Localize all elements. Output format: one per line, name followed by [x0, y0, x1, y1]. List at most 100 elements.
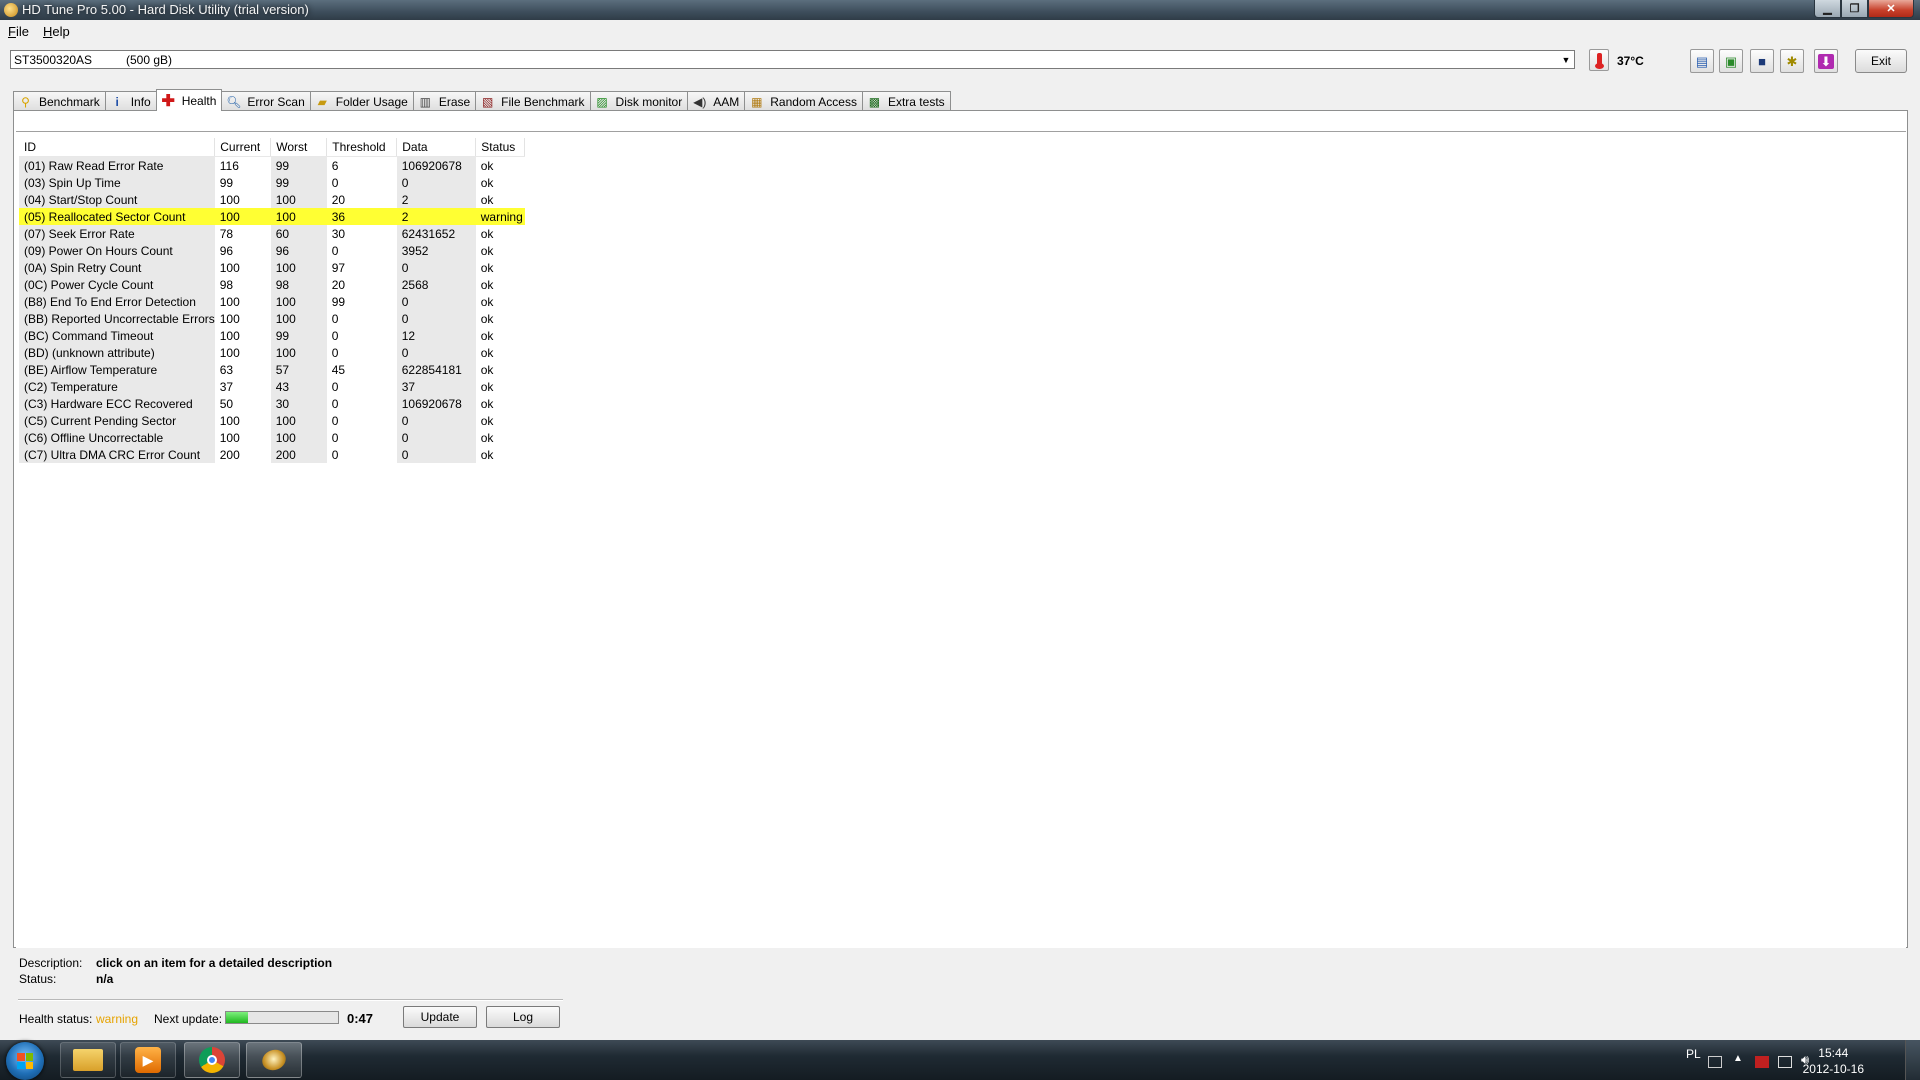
cell-id: (0C) Power Cycle Count: [19, 276, 215, 293]
cell-worst: 57: [270, 361, 327, 378]
progress-fill: [226, 1012, 249, 1023]
tab-error-scan[interactable]: 🔍︎ Error Scan: [221, 91, 311, 111]
log-button[interactable]: Log: [486, 1006, 560, 1028]
separator: [18, 999, 563, 1001]
smart-list[interactable]: ID Current Worst Threshold Data Status (…: [16, 131, 1906, 950]
table-row[interactable]: (B8) End To End Error Detection 100 100 99 0…: [19, 293, 525, 310]
cell-data: 0: [396, 259, 476, 276]
table-row[interactable]: (05) Reallocated Sector Count 100 100 36 2 wa…: [19, 208, 525, 225]
tab-benchmark[interactable]: ⚲ Benchmark: [13, 91, 106, 111]
table-row[interactable]: (04) Start/Stop Count 100 100 20 2 ok: [19, 191, 525, 208]
keyboard-icon[interactable]: [1708, 1056, 1722, 1068]
cell-status: ok: [480, 277, 494, 292]
cell-status: ok: [480, 158, 494, 173]
cell-status: ok: [480, 226, 494, 241]
table-row[interactable]: (0C) Power Cycle Count 98 98 20 2568 ok: [19, 276, 525, 293]
column-header-worst[interactable]: Worst: [270, 138, 328, 157]
copy-text-button[interactable]: ▤: [1690, 49, 1714, 73]
maximize-button[interactable]: ❐: [1841, 0, 1868, 18]
column-header-data[interactable]: Data: [396, 138, 477, 157]
taskbar-chrome[interactable]: [184, 1042, 240, 1078]
table-row[interactable]: (07) Seek Error Rate 78 60 30 62431652 ok: [19, 225, 525, 242]
column-header-threshold[interactable]: Threshold: [326, 138, 398, 157]
options-button[interactable]: ✱: [1780, 49, 1804, 73]
tab-info[interactable]: i Info: [104, 91, 157, 111]
tab-health[interactable]: ✚ Health: [155, 89, 223, 111]
cell-worst: 60: [270, 225, 327, 242]
taskbar-explorer[interactable]: [60, 1042, 116, 1078]
start-button[interactable]: [6, 1042, 44, 1080]
table-row[interactable]: (09) Power On Hours Count 96 96 0 3952 ok: [19, 242, 525, 259]
table-row[interactable]: (C5) Current Pending Sector 100 100 0 0 ok: [19, 412, 525, 429]
table-row[interactable]: (01) Raw Read Error Rate 116 99 6 106920678 o…: [19, 156, 525, 174]
menu-file[interactable]: File: [8, 24, 29, 39]
cell-threshold: 99: [331, 294, 346, 309]
language-indicator[interactable]: PL: [1686, 1047, 1701, 1061]
close-button[interactable]: ✕: [1868, 0, 1914, 18]
tab-folder-usage[interactable]: ▰ Folder Usage: [309, 91, 414, 111]
taskbar-hdtune[interactable]: [246, 1042, 302, 1078]
download-button[interactable]: ⬇: [1814, 49, 1838, 73]
cell-worst: 99: [270, 174, 327, 191]
cell-current: 78: [219, 226, 234, 241]
cell-id: (B8) End To End Error Detection: [19, 293, 215, 310]
table-row[interactable]: (C2) Temperature 37 43 0 37 ok: [19, 378, 525, 395]
cell-data: 37: [396, 378, 476, 395]
drive-model: ST3500320AS: [14, 53, 93, 67]
cell-current: 100: [219, 311, 240, 326]
taskbar-media-player[interactable]: ▶: [120, 1042, 176, 1078]
column-header-id[interactable]: ID: [19, 138, 216, 157]
windows-explorer-icon: [73, 1049, 103, 1071]
column-header-status[interactable]: Status: [475, 138, 526, 157]
cell-current: 37: [219, 379, 234, 394]
cell-worst: 30: [270, 395, 327, 412]
tab-erase[interactable]: ▥ Erase: [412, 91, 477, 111]
action-center-flag-icon[interactable]: [1755, 1056, 1769, 1068]
cell-data: 62431652: [396, 225, 476, 242]
table-row[interactable]: (BB) Reported Uncorrectable Errors 100 100…: [19, 310, 525, 327]
network-icon[interactable]: [1778, 1056, 1792, 1068]
random-access-icon: ▦: [751, 94, 763, 109]
cell-worst: 99: [270, 327, 327, 344]
cell-threshold: 0: [331, 430, 339, 445]
tab-file-benchmark[interactable]: ▧ File Benchmark: [475, 91, 591, 111]
status-label: Status:: [19, 972, 57, 986]
copy-screenshot-icon: ▣: [1724, 53, 1738, 69]
column-header-current[interactable]: Current: [214, 138, 272, 157]
menu-help[interactable]: Help: [43, 24, 70, 39]
tab-extra-tests[interactable]: ▩ Extra tests: [861, 91, 951, 111]
tab-disk-monitor[interactable]: ▨ Disk monitor: [589, 91, 689, 111]
cell-worst: 100: [270, 310, 327, 327]
magnifier-icon: 🔍︎: [226, 94, 242, 109]
drive-select[interactable]: ST3500320AS (500 gB) ▼: [10, 50, 1575, 69]
table-row[interactable]: (BD) (unknown attribute) 100 100 0 0 ok: [19, 344, 525, 361]
tab-aam[interactable]: ◀) AAM: [687, 91, 746, 111]
cell-current: 63: [219, 362, 234, 377]
show-desktop-button[interactable]: [1905, 1040, 1920, 1080]
cell-id: (C2) Temperature: [19, 378, 215, 395]
table-row[interactable]: (C3) Hardware ECC Recovered 50 30 0 10692067…: [19, 395, 525, 412]
windows-logo-icon: [17, 1053, 33, 1069]
minimize-button[interactable]: ▁: [1814, 0, 1841, 18]
exit-button[interactable]: Exit: [1855, 49, 1907, 73]
table-row[interactable]: (BC) Command Timeout 100 99 0 12 ok: [19, 327, 525, 344]
tab-random-access[interactable]: ▦ Random Access: [744, 91, 863, 111]
copy-screenshot-button[interactable]: ▣: [1719, 49, 1743, 73]
trash-icon: ▥: [419, 94, 431, 109]
smart-table: ID Current Worst Threshold Data Status (…: [19, 138, 526, 463]
table-row[interactable]: (03) Spin Up Time 99 99 0 0 ok: [19, 174, 525, 191]
cell-data: 0: [396, 174, 476, 191]
save-button[interactable]: ■: [1750, 49, 1774, 73]
health-status-value: warning: [96, 1012, 139, 1026]
system-clock[interactable]: 15:44 2012-10-16: [1803, 1045, 1864, 1077]
table-row[interactable]: (BE) Airflow Temperature 63 57 45 622854181 o…: [19, 361, 525, 378]
cell-threshold: 0: [331, 396, 339, 411]
chevron-down-icon[interactable]: ▼: [1558, 51, 1574, 68]
update-button[interactable]: Update: [403, 1006, 477, 1028]
table-row[interactable]: (0A) Spin Retry Count 100 100 97 0 ok: [19, 259, 525, 276]
cell-data: 2: [396, 208, 476, 225]
show-hidden-icons-icon[interactable]: ▲: [1733, 1053, 1743, 1064]
table-row[interactable]: (C6) Offline Uncorrectable 100 100 0 0 ok: [19, 429, 525, 446]
cell-current: 50: [219, 396, 234, 411]
table-row[interactable]: (C7) Ultra DMA CRC Error Count 200 200 0 0 ok: [19, 446, 525, 463]
